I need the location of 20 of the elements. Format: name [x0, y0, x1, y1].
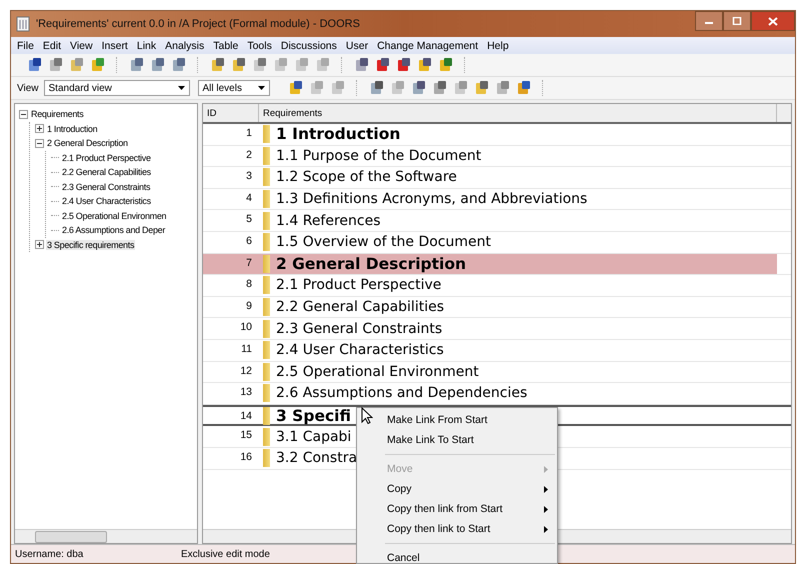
id-cell-text: 13	[239, 385, 253, 400]
id-cell-text: 10	[239, 320, 253, 336]
id-cell-text: 5	[245, 212, 253, 228]
id-cell-text: 1	[245, 126, 253, 141]
id-cell-text: 9	[245, 298, 253, 314]
id-cell-text: 14	[239, 408, 253, 424]
id-cell-text: 15	[239, 428, 253, 444]
id-cell-text: 11	[240, 342, 253, 357]
id-cell-text: 2	[245, 148, 253, 163]
id-cell-text: 8	[245, 277, 253, 292]
id-cell-text: 12	[239, 364, 253, 379]
window-title: 'Requirements' current 0.0 in /A Project (Formal module) - DOORS	[36, 18, 360, 30]
id-cell-text: 3	[245, 169, 253, 184]
id-cell-text: 16	[239, 450, 253, 465]
status-text: Username: dba	[15, 548, 84, 560]
view-label: View	[17, 82, 38, 94]
id-cell-text: 4	[245, 190, 253, 206]
status-text: Exclusive edit mode	[181, 548, 270, 560]
id-cell: 7	[203, 254, 259, 274]
id-cell-text: 6	[245, 234, 253, 249]
